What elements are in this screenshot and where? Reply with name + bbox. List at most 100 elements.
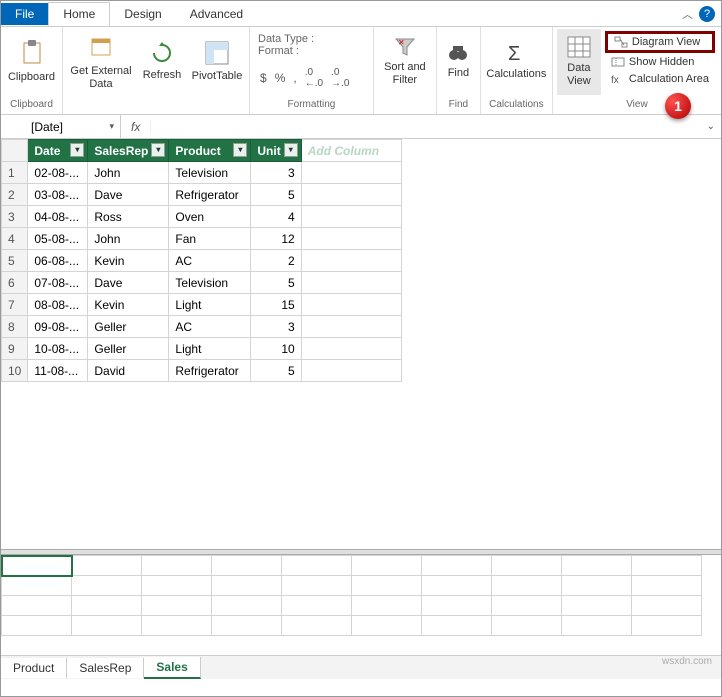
table-row[interactable]: 4 05-08-... John Fan 12 <box>2 228 402 250</box>
table-row[interactable]: 1 02-08-... John Television 3 <box>2 162 402 184</box>
cell-rep[interactable]: Kevin <box>88 294 169 316</box>
increase-decimal-button[interactable]: .0→.0 <box>331 67 349 89</box>
table-row[interactable]: 2 03-08-... Dave Refrigerator 5 <box>2 184 402 206</box>
cell-empty[interactable] <box>301 228 401 250</box>
cell-empty[interactable] <box>301 162 401 184</box>
cell-rep[interactable]: David <box>88 360 169 382</box>
cell-date[interactable]: 07-08-... <box>28 272 88 294</box>
cell-unit[interactable]: 15 <box>251 294 301 316</box>
cell-product[interactable]: Refrigerator <box>169 184 251 206</box>
cell-empty[interactable] <box>301 184 401 206</box>
formula-expand-icon[interactable]: ⌄ <box>701 121 721 132</box>
filter-dropdown-icon[interactable]: ▾ <box>284 143 298 157</box>
cell-unit[interactable]: 3 <box>251 316 301 338</box>
table-row[interactable]: 9 10-08-... Geller Light 10 <box>2 338 402 360</box>
filter-dropdown-icon[interactable]: ▾ <box>70 143 84 157</box>
col-salesrep[interactable]: SalesRep▾ <box>88 140 169 162</box>
cell-empty[interactable] <box>301 294 401 316</box>
pivottable-button[interactable]: PivotTable <box>189 29 245 95</box>
cell-empty[interactable] <box>301 338 401 360</box>
cell-rep[interactable]: Ross <box>88 206 169 228</box>
row-number[interactable]: 9 <box>2 338 28 360</box>
find-button[interactable]: Find <box>438 29 478 95</box>
show-hidden-button[interactable]: Show Hidden <box>605 54 715 70</box>
add-column[interactable]: Add Column <box>301 140 401 162</box>
comma-button[interactable]: , <box>293 71 296 85</box>
cell-unit[interactable]: 4 <box>251 206 301 228</box>
row-number[interactable]: 10 <box>2 360 28 382</box>
cell-product[interactable]: Refrigerator <box>169 360 251 382</box>
col-unit[interactable]: Unit▾ <box>251 140 301 162</box>
calculations-button[interactable]: Σ Calculations <box>482 29 550 95</box>
cell-product[interactable]: Light <box>169 294 251 316</box>
table-row[interactable]: 3 04-08-... Ross Oven 4 <box>2 206 402 228</box>
selected-cell[interactable] <box>2 556 72 576</box>
row-number[interactable]: 6 <box>2 272 28 294</box>
refresh-button[interactable]: Refresh <box>137 29 187 95</box>
cell-date[interactable]: 03-08-... <box>28 184 88 206</box>
cell-rep[interactable]: Geller <box>88 338 169 360</box>
sort-filter-button[interactable]: ✕ Sort and Filter <box>378 29 432 95</box>
cell-product[interactable]: AC <box>169 316 251 338</box>
row-number[interactable]: 4 <box>2 228 28 250</box>
cell-date[interactable]: 08-08-... <box>28 294 88 316</box>
cell-unit[interactable]: 12 <box>251 228 301 250</box>
get-external-data-button[interactable]: Get External Data <box>67 29 135 95</box>
sheet-tab-sales[interactable]: Sales <box>144 657 200 679</box>
cell-unit[interactable]: 10 <box>251 338 301 360</box>
cell-rep[interactable]: John <box>88 162 169 184</box>
cell-product[interactable]: AC <box>169 250 251 272</box>
cell-empty[interactable] <box>301 360 401 382</box>
corner-cell[interactable] <box>2 140 28 162</box>
col-date[interactable]: Date▾ <box>28 140 88 162</box>
row-number[interactable]: 5 <box>2 250 28 272</box>
data-grid[interactable]: Date▾ SalesRep▾ Product▾ Unit▾ Add Colum… <box>1 139 721 549</box>
table-row[interactable]: 8 09-08-... Geller AC 3 <box>2 316 402 338</box>
cell-rep[interactable]: Dave <box>88 184 169 206</box>
table-row[interactable]: 5 06-08-... Kevin AC 2 <box>2 250 402 272</box>
cell-empty[interactable] <box>301 272 401 294</box>
cell-date[interactable]: 09-08-... <box>28 316 88 338</box>
table-row[interactable]: 6 07-08-... Dave Television 5 <box>2 272 402 294</box>
row-number[interactable]: 1 <box>2 162 28 184</box>
cell-empty[interactable] <box>301 206 401 228</box>
table-row[interactable]: 7 08-08-... Kevin Light 15 <box>2 294 402 316</box>
cell-unit[interactable]: 3 <box>251 162 301 184</box>
tab-advanced[interactable]: Advanced <box>176 3 257 25</box>
data-view-button[interactable]: Data View <box>557 29 601 95</box>
cell-date[interactable]: 10-08-... <box>28 338 88 360</box>
table-row[interactable]: 10 11-08-... David Refrigerator 5 <box>2 360 402 382</box>
cell-unit[interactable]: 5 <box>251 360 301 382</box>
filter-dropdown-icon[interactable]: ▾ <box>233 143 247 157</box>
cell-date[interactable]: 11-08-... <box>28 360 88 382</box>
cell-rep[interactable]: Geller <box>88 316 169 338</box>
cell-rep[interactable]: John <box>88 228 169 250</box>
cell-product[interactable]: Fan <box>169 228 251 250</box>
col-product[interactable]: Product▾ <box>169 140 251 162</box>
cell-date[interactable]: 02-08-... <box>28 162 88 184</box>
help-icon[interactable]: ? <box>699 6 715 22</box>
cell-rep[interactable]: Dave <box>88 272 169 294</box>
tab-design[interactable]: Design <box>110 3 175 25</box>
cell-date[interactable]: 05-08-... <box>28 228 88 250</box>
sheet-tab-product[interactable]: Product <box>1 658 67 678</box>
currency-button[interactable]: $ <box>260 71 267 85</box>
tab-home[interactable]: Home <box>48 2 110 26</box>
fx-label[interactable]: fx <box>121 120 151 134</box>
diagram-view-button[interactable]: Diagram View <box>605 31 715 53</box>
cell-empty[interactable] <box>301 250 401 272</box>
cell-date[interactable]: 06-08-... <box>28 250 88 272</box>
row-number[interactable]: 3 <box>2 206 28 228</box>
cell-date[interactable]: 04-08-... <box>28 206 88 228</box>
filter-dropdown-icon[interactable]: ▾ <box>151 143 165 157</box>
tab-file[interactable]: File <box>1 3 48 25</box>
calculation-area-button[interactable]: fx Calculation Area <box>605 71 715 87</box>
cell-unit[interactable]: 2 <box>251 250 301 272</box>
cell-product[interactable]: Television <box>169 162 251 184</box>
calculation-area[interactable] <box>1 555 721 655</box>
cell-rep[interactable]: Kevin <box>88 250 169 272</box>
row-number[interactable]: 7 <box>2 294 28 316</box>
percent-button[interactable]: % <box>275 71 286 85</box>
cell-unit[interactable]: 5 <box>251 184 301 206</box>
cell-product[interactable]: Oven <box>169 206 251 228</box>
